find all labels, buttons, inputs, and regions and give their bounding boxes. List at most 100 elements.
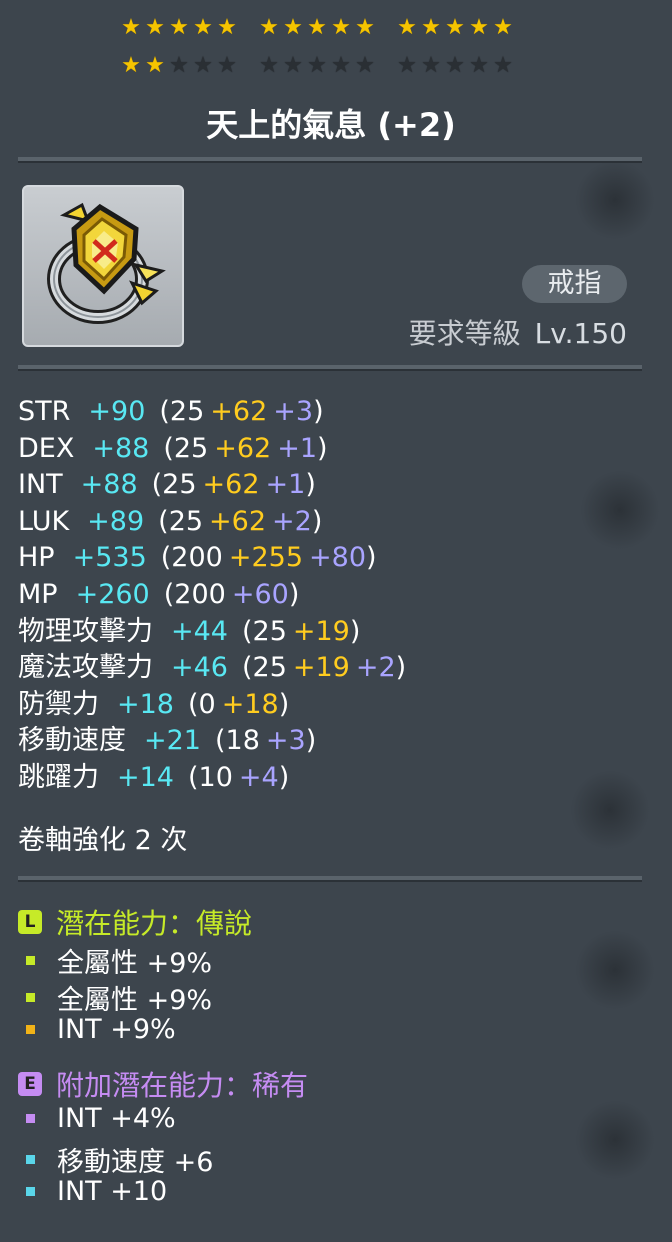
star-filled-icon: ★ [445,15,465,40]
stat-bonus: +1 [277,432,318,464]
potential-line: 移動速度 +6 [24,1140,213,1179]
stat-base: (25 [151,469,197,501]
bullet-icon [26,992,35,1002]
stat-total: +44 [171,615,228,647]
stat-name: DEX [18,432,75,464]
stat-line: 跳躍力 +14 (10 +4) [18,760,406,797]
star-empty-icon: ★ [493,53,513,78]
star-empty-icon: ★ [307,53,327,78]
star-group: ★ ★ ★ ★ ★ [120,17,238,39]
stat-bonus: +3 [273,396,314,427]
potential-line-text: 全屬性 +9% [57,984,213,1016]
stat-upgrade: +62 [209,505,267,537]
stat-total: +90 [88,396,146,427]
bullet-icon [26,1187,35,1196]
star-filled-icon: ★ [259,15,279,40]
category-badge: 戒指 [522,265,627,303]
star-group: ★ ★ ★ ★ ★ [120,55,238,77]
bullet-icon [26,1154,35,1164]
stat-name: 魔法攻擊力 [18,652,153,684]
stat-upgrade: +18 [221,688,279,720]
star-empty-icon: ★ [355,53,375,78]
stat-base: (25 [241,652,287,684]
star-group: ★ ★ ★ ★ ★ [258,55,376,77]
star-group: ★ ★ ★ ★ ★ [396,17,514,39]
stat-bonus: +3 [265,725,306,757]
item-name: 天上的氣息 (+2) [206,106,456,144]
star-group: ★ ★ ★ ★ ★ [258,17,376,39]
stat-upgrade: +62 [210,396,268,427]
star-filled-icon: ★ [217,15,237,40]
stat-total: +21 [144,725,201,757]
star-empty-icon: ★ [217,53,237,78]
stat-close: ) [395,652,407,684]
potential-line-text: INT +9% [57,1014,176,1045]
star-filled-icon: ★ [331,15,351,40]
stat-close: ) [366,542,377,574]
item-icon-frame [22,185,184,347]
stat-total: +46 [171,652,228,684]
star-group: ★ ★ ★ ★ ★ [396,55,514,77]
stat-base: (18 [214,725,260,757]
stat-line: LUK +89 (25 +62 +2) [18,504,406,541]
star-filled-icon: ★ [355,15,375,40]
star-empty-icon: ★ [169,53,189,78]
stat-bonus: +4 [238,761,279,793]
stat-base: (10 [187,761,233,793]
potential-line-text: 全屬性 +9% [57,948,213,979]
star-empty-icon: ★ [397,53,417,78]
rare-potential-icon: E [18,1072,42,1096]
stat-total: +18 [117,688,174,720]
stat-base: (25 [241,615,287,647]
stat-bonus: +2 [355,652,396,684]
stat-close: ) [311,505,323,537]
stat-upgrade: +255 [228,542,304,574]
divider-top [18,157,642,163]
star-filled-icon: ★ [421,15,441,40]
bullet-icon [26,1025,35,1034]
potential-line: INT +10 [24,1176,167,1207]
stat-close: ) [313,396,324,427]
stat-close: ) [278,761,290,793]
stat-bonus: +80 [309,542,366,574]
stat-bonus: +2 [272,505,312,537]
stat-upgrade: +19 [292,652,350,684]
stat-base: (25 [158,505,204,537]
stat-line: 物理攻擊力 +44 (25 +19) [18,614,406,651]
stat-bonus: +1 [265,469,306,501]
divider-middle [18,365,642,371]
stat-close: ) [317,432,328,464]
star-empty-icon: ★ [331,53,351,78]
additional-potential-header: E 附加潛在能力：稀有 [18,1064,308,1104]
item-tooltip: ★ ★ ★ ★ ★ ★ ★ ★ ★ ★ ★ ★ ★ ★ ★ ★ ★ ★ ★ ★ ★ ★ ★ ★ ★ ★ ★ ★ ★ ★ 天上的氣息 (+… [0,0,672,1242]
potential-line-text: INT +10 [57,1176,168,1207]
stat-line: STR +90 (25 +62 +3) [18,394,406,431]
potential-line: 全屬性 +9% [24,941,212,980]
star-empty-icon: ★ [445,53,465,78]
stat-close: ) [278,688,290,720]
stat-name: INT [18,469,63,501]
stat-total: +88 [80,469,138,501]
stat-base: (200 [160,542,223,574]
star-empty-icon: ★ [283,53,303,78]
star-filled-icon: ★ [283,15,303,40]
stat-name: LUK [18,505,70,537]
stat-upgrade: +62 [202,469,260,501]
additional-potential-header-text: 附加潛在能力：稀有 [56,1069,309,1102]
stat-total: +89 [87,505,145,537]
scroll-upgrade-count: 卷軸強化 2 次 [18,825,188,856]
stat-name: 防禦力 [18,688,99,720]
potential-line: INT +9% [24,1014,176,1045]
required-level-label: 要求等級 [408,317,521,350]
stat-upgrade: +19 [292,615,350,647]
legendary-potential-icon: L [18,910,42,934]
stat-name: MP [18,578,58,610]
potential-line-text: 移動速度 +6 [57,1146,214,1178]
stat-line: 移動速度 +21 (18 +3) [18,723,406,760]
star-filled-icon: ★ [121,15,141,40]
stat-base: (25 [163,432,209,464]
stat-total: +14 [117,761,174,793]
stat-line: DEX +88 (25 +62 +1) [18,431,406,468]
stat-name: 移動速度 [18,725,126,757]
star-filled-icon: ★ [193,15,213,40]
